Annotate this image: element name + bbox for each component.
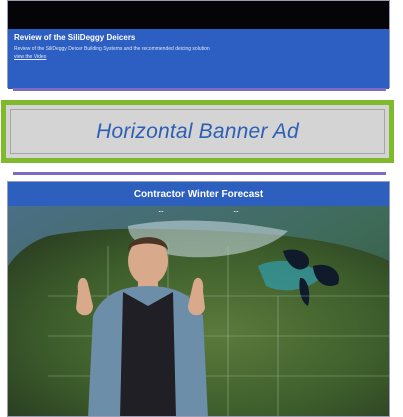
map-region-labels: ... ... (8, 206, 389, 232)
video-link[interactable]: view the Video (14, 53, 383, 61)
video-card[interactable]: Review of the SiliDeggy Deicers Review o… (7, 0, 390, 89)
page: Review of the SiliDeggy Deicers Review o… (0, 0, 403, 417)
map-label-left: ... (158, 208, 164, 214)
video-description: Review of the SiliDeggy Deicer Building … (14, 46, 210, 52)
divider (13, 88, 386, 91)
forecast-video[interactable]: ... ... (8, 206, 389, 416)
video-caption: Review of the SiliDeggy Deicers Review o… (8, 29, 389, 89)
video-title[interactable]: Review of the SiliDeggy Deicers (14, 33, 383, 43)
horizontal-banner-ad[interactable]: Horizontal Banner Ad (1, 100, 394, 163)
forecast-title: Contractor Winter Forecast (8, 182, 389, 206)
forecast-card[interactable]: Contractor Winter Forecast ... ... (7, 181, 390, 417)
weather-map (8, 206, 389, 416)
divider (13, 172, 386, 175)
video-thumbnail[interactable] (8, 1, 389, 29)
banner-ad-text: Horizontal Banner Ad (96, 119, 299, 143)
map-label-right: ... (233, 208, 239, 214)
